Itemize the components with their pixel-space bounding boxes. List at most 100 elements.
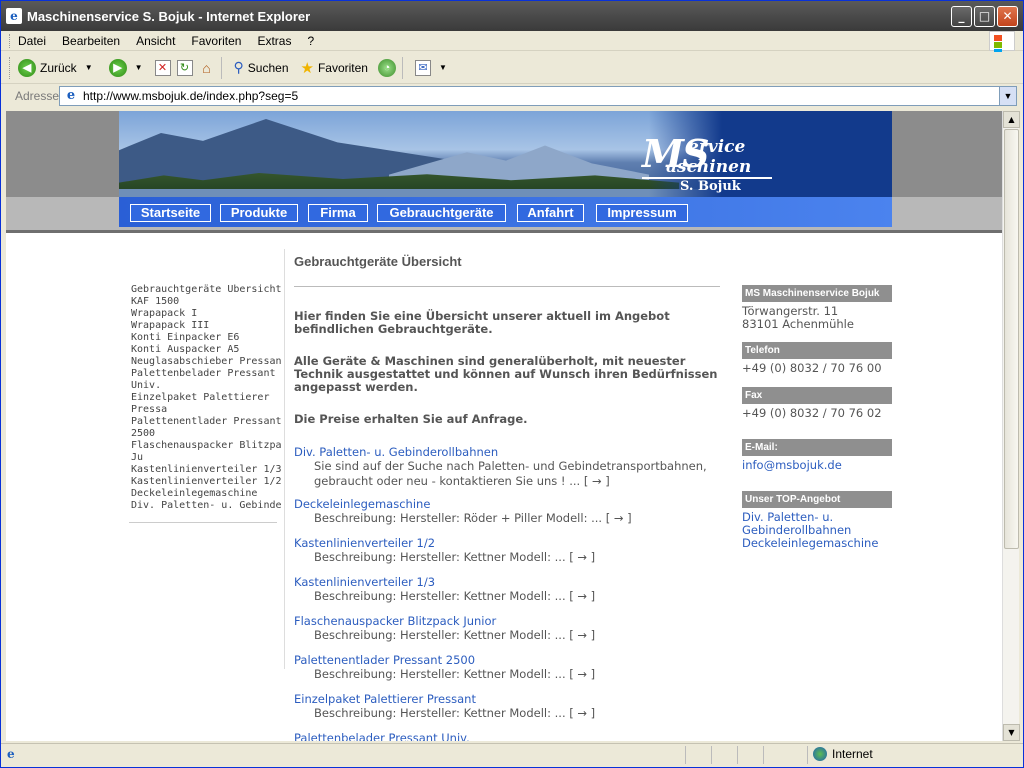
item-title-link[interactable]: Kastenlinienverteiler 1/3 xyxy=(294,575,724,589)
sidebar-item[interactable]: Gebrauchtgeräte Übersicht xyxy=(131,284,281,296)
item-title-link[interactable]: Flaschenauspacker Blitzpack Junior xyxy=(294,614,724,628)
sidebar-item[interactable]: 2500 xyxy=(131,428,281,440)
top-offer-link[interactable]: Div. Paletten- u. Gebinderollbahnen xyxy=(742,511,892,537)
search-button[interactable]: ⚲ Suchen xyxy=(234,59,289,76)
home-button[interactable]: ⌂ xyxy=(199,60,215,76)
menu-extras[interactable]: Extras xyxy=(257,34,291,48)
sidebar-item[interactable]: Wrapapack I xyxy=(131,308,281,320)
vertical-scrollbar[interactable]: ▲ ▼ xyxy=(1002,111,1020,741)
intro-text: Alle Geräte & Maschinen sind generalüber… xyxy=(294,354,718,394)
address-dropdown-icon[interactable]: ▼ xyxy=(999,87,1016,105)
nav-firma[interactable]: Firma xyxy=(308,204,368,222)
search-icon: ⚲ xyxy=(233,59,244,75)
sidebar-item[interactable]: Flaschenauspacker Blitzpack xyxy=(131,440,281,452)
scroll-up-icon[interactable]: ▲ xyxy=(1003,111,1020,128)
page-title: Gebrauchtgeräte Übersicht xyxy=(294,254,462,269)
nav-produkte[interactable]: Produkte xyxy=(220,204,298,222)
list-item: Flaschenauspacker Blitzpack Junior Besch… xyxy=(294,614,724,643)
contact-email: E-Mail: info@msbojuk.de xyxy=(742,439,892,472)
menu-datei[interactable]: Datei xyxy=(18,34,46,48)
mail-button[interactable]: ✉ ▼ xyxy=(414,59,447,76)
list-item: Div. Paletten- u. Gebinderollbahnen Sie … xyxy=(294,445,724,489)
search-label: Suchen xyxy=(247,60,289,75)
menu-bearbeiten[interactable]: Bearbeiten xyxy=(62,34,120,48)
forward-button[interactable]: ▶ ▼ xyxy=(108,58,143,77)
sidebar-item[interactable]: Pressa xyxy=(131,404,281,416)
sidebar-item[interactable]: KAF 1500 xyxy=(131,296,281,308)
sidebar-item[interactable]: Palettenbelader Pressant xyxy=(131,368,281,380)
logo-maschinen: aschinen xyxy=(666,157,752,177)
sidebar-item[interactable]: Wrapapack III xyxy=(131,320,281,332)
window-title: Maschinenservice S. Bojuk - Internet Exp… xyxy=(27,8,311,24)
back-label: Zurück xyxy=(40,60,77,75)
star-icon: ★ xyxy=(300,59,314,77)
windows-logo-icon xyxy=(989,31,1015,62)
top-offer-link[interactable]: Deckeleinlegemaschine xyxy=(742,537,892,550)
back-arrow-icon: ◀ xyxy=(18,58,36,77)
nav-startseite[interactable]: Startseite xyxy=(130,204,211,222)
item-title-link[interactable]: Div. Paletten- u. Gebinderollbahnen xyxy=(294,445,724,459)
page-icon: e xyxy=(66,88,76,103)
menu-ansicht[interactable]: Ansicht xyxy=(136,34,175,48)
email-link[interactable]: info@msbojuk.de xyxy=(742,456,892,472)
dropdown-arrow-icon[interactable]: ▼ xyxy=(135,63,143,72)
address-input[interactable]: e http://www.msbojuk.de/index.php?seg=5 … xyxy=(59,86,1017,106)
sidebar-item[interactable]: Konti Auspacker A5 xyxy=(131,344,281,356)
sidebar-item[interactable]: Palettenentlader Pressant xyxy=(131,416,281,428)
history-icon: ◔ xyxy=(377,58,396,77)
maximize-button[interactable]: □ xyxy=(974,6,995,27)
header-rule xyxy=(6,230,1002,233)
company-logo[interactable]: MS ervice aschinen S. Bojuk xyxy=(642,117,772,194)
back-button[interactable]: ◀ Zurück ▼ xyxy=(18,58,93,77)
scroll-thumb[interactable] xyxy=(1004,129,1019,549)
refresh-button[interactable]: ↻ xyxy=(176,59,193,76)
address-url[interactable]: http://www.msbojuk.de/index.php?seg=5 xyxy=(83,89,298,103)
top-offer-box: Unser TOP-Angebot Div. Paletten- u. Gebi… xyxy=(742,491,892,550)
menu-help[interactable]: ? xyxy=(307,34,314,48)
fax-heading: Fax xyxy=(742,387,892,404)
sidebar-item[interactable]: Deckeleinlegemaschine xyxy=(131,488,281,500)
phone-heading: Telefon xyxy=(742,342,892,359)
browser-window: e Maschinenservice S. Bojuk - Internet E… xyxy=(0,0,1024,768)
stop-button[interactable]: ✕ xyxy=(154,59,171,76)
close-button[interactable]: ✕ xyxy=(997,6,1018,27)
sidebar-item[interactable]: Ju xyxy=(131,452,281,464)
favorites-button[interactable]: ★ Favoriten xyxy=(301,59,368,77)
email-heading: E-Mail: xyxy=(742,439,892,456)
fax-number: +49 (0) 8032 / 70 76 02 xyxy=(742,406,882,420)
address-bar: Adresse e http://www.msbojuk.de/index.ph… xyxy=(1,85,1023,107)
item-title-link[interactable]: Einzelpaket Palettierer Pressant xyxy=(294,692,724,706)
sidebar-item[interactable]: Kastenlinienverteiler 1/3 xyxy=(131,464,281,476)
page-status-icon: e xyxy=(7,747,15,761)
menu-favoriten[interactable]: Favoriten xyxy=(191,34,241,48)
column-divider xyxy=(284,249,285,669)
list-item: Kastenlinienverteiler 1/3 Beschreibung: … xyxy=(294,575,724,604)
nav-anfahrt[interactable]: Anfahrt xyxy=(517,204,584,222)
sidebar-item[interactable]: Einzelpaket Palettierer xyxy=(131,392,281,404)
sidebar-item[interactable]: Konti Einpacker E6 xyxy=(131,332,281,344)
stop-icon: ✕ xyxy=(154,59,171,76)
dropdown-arrow-icon[interactable]: ▼ xyxy=(439,63,447,72)
home-icon: ⌂ xyxy=(202,59,211,76)
minimize-button[interactable]: _ xyxy=(951,6,972,27)
top-offer-heading: Unser TOP-Angebot xyxy=(742,491,892,508)
item-title-link[interactable]: Kastenlinienverteiler 1/2 xyxy=(294,536,724,550)
sidebar-item[interactable]: Neuglasabschieber Pressant xyxy=(131,356,281,368)
dropdown-arrow-icon[interactable]: ▼ xyxy=(85,63,93,72)
sidebar-item[interactable]: Div. Paletten- u. Gebinderollb xyxy=(131,500,281,512)
item-title-link[interactable]: Deckeleinlegemaschine xyxy=(294,497,724,511)
internet-globe-icon xyxy=(813,747,827,761)
item-title-link[interactable]: Palettenbelader Pressant Univ. xyxy=(294,731,724,741)
nav-impressum[interactable]: Impressum xyxy=(596,204,688,222)
item-title-link[interactable]: Palettenentlader Pressant 2500 xyxy=(294,653,724,667)
sidebar-item[interactable]: Kastenlinienverteiler 1/2 xyxy=(131,476,281,488)
company-heading: MS Maschinenservice Bojuk xyxy=(742,285,892,302)
site-navigation: Startseite Produkte Firma Gebrauchtgerät… xyxy=(119,197,892,227)
sidebar-nav: Gebrauchtgeräte Übersicht KAF 1500 Wrapa… xyxy=(131,284,281,512)
media-button[interactable]: ◔ xyxy=(377,58,396,77)
sidebar-item[interactable]: Univ. xyxy=(131,380,281,392)
item-description: Beschreibung: Hersteller: Kettner Modell… xyxy=(314,550,596,564)
title-bar[interactable]: e Maschinenservice S. Bojuk - Internet E… xyxy=(1,1,1023,31)
nav-gebrauchtgeraete[interactable]: Gebrauchtgeräte xyxy=(377,204,506,222)
scroll-down-icon[interactable]: ▼ xyxy=(1003,724,1020,741)
